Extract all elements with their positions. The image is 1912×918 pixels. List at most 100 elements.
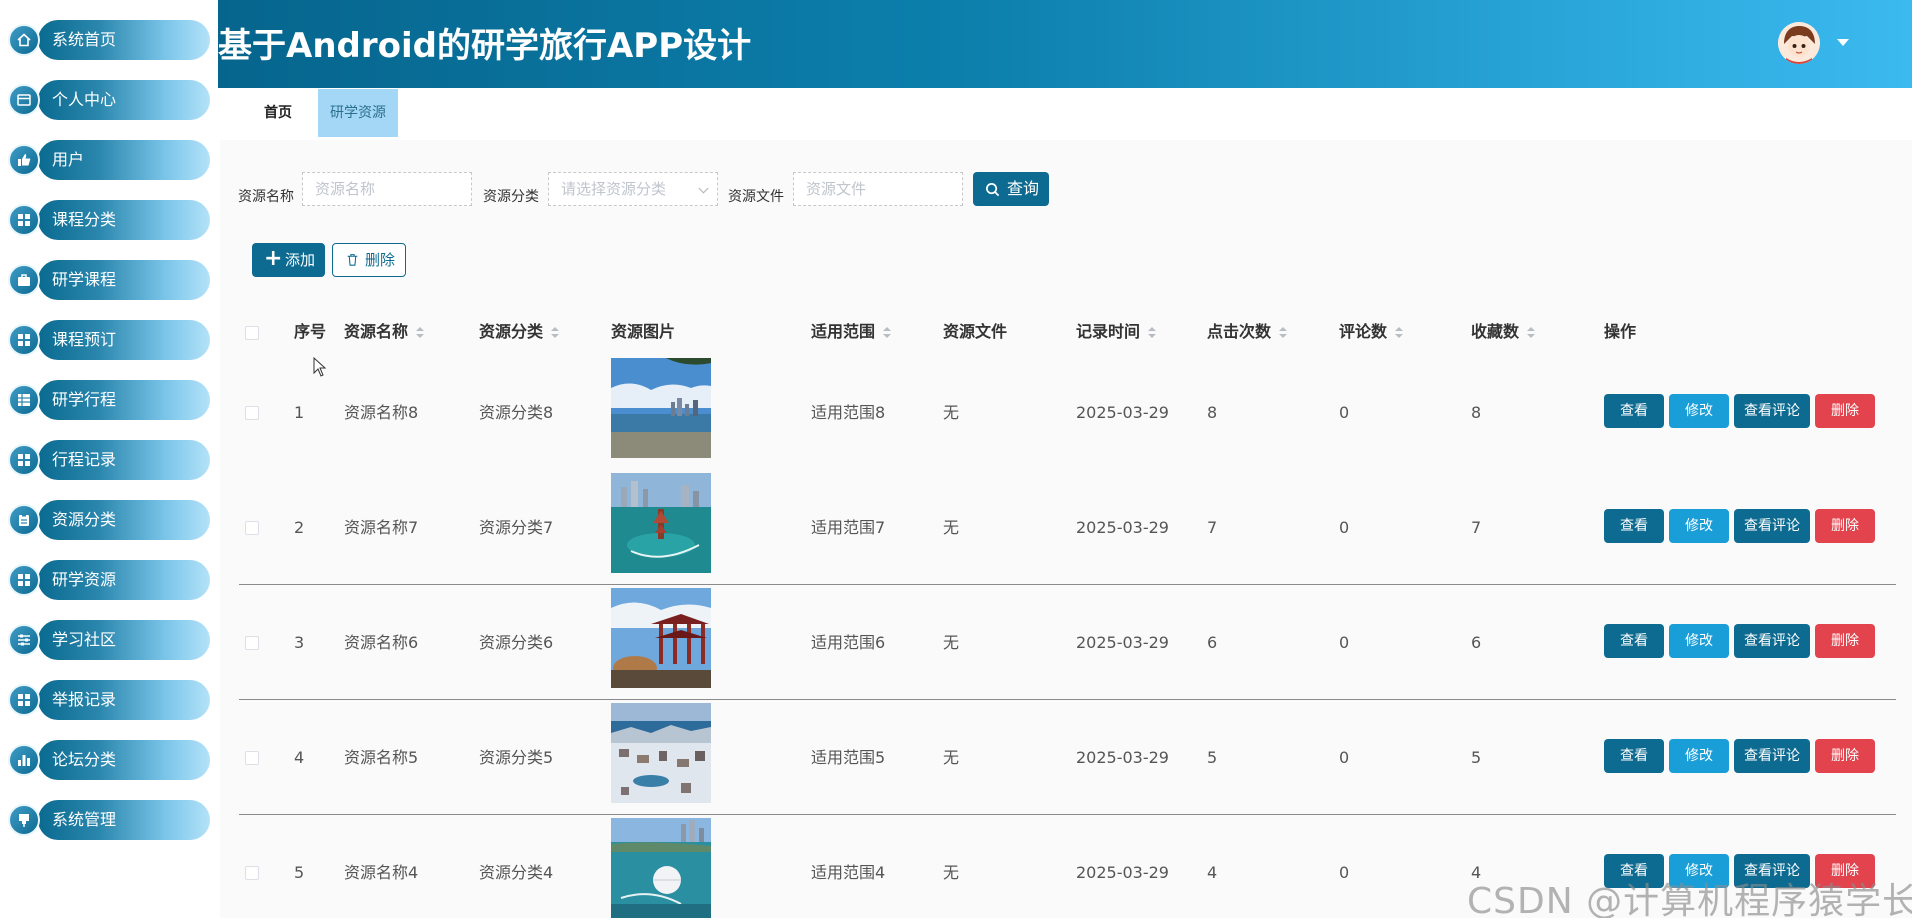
delete-button-label: 删除 bbox=[365, 251, 396, 269]
edit-button[interactable]: 修改 bbox=[1669, 624, 1729, 658]
delete-button[interactable]: 删除 bbox=[1815, 739, 1875, 773]
sidebar-item-label: 课程分类 bbox=[52, 210, 117, 229]
top-header: 基于Android的研学旅行APP设计 bbox=[218, 0, 1912, 88]
resource-image[interactable] bbox=[611, 473, 711, 573]
header-clicks[interactable]: 点击次数 bbox=[1207, 322, 1288, 342]
header-category[interactable]: 资源分类 bbox=[479, 322, 560, 342]
search-name-input[interactable]: 资源名称 bbox=[302, 172, 472, 206]
table-row: 1 资源名称8 资源分类8 适用范围8 无 2025-03-29 8 0 8 查… bbox=[239, 355, 1896, 470]
sidebar-item-trip-record[interactable]: 行程记录 bbox=[8, 440, 210, 480]
sidebar-item-label: 系统首页 bbox=[52, 30, 117, 49]
resource-image[interactable] bbox=[611, 588, 711, 688]
cell-favorites: 7 bbox=[1471, 518, 1482, 537]
search-file-label: 资源文件 bbox=[728, 189, 784, 205]
cell-comments: 0 bbox=[1339, 748, 1350, 767]
select-all-checkbox[interactable] bbox=[245, 326, 259, 340]
header-time[interactable]: 记录时间 bbox=[1076, 322, 1157, 342]
header-file: 资源文件 bbox=[943, 322, 1008, 341]
search-name-label: 资源名称 bbox=[238, 189, 294, 205]
edit-button[interactable]: 修改 bbox=[1669, 739, 1729, 773]
batch-delete-button[interactable]: 删除 bbox=[332, 243, 406, 277]
sort-icon[interactable] bbox=[1395, 326, 1404, 339]
table-icon bbox=[8, 384, 40, 416]
sidebar-item-study-course[interactable]: 研学课程 bbox=[8, 260, 210, 300]
view-button[interactable]: 查看 bbox=[1604, 739, 1664, 773]
chevron-down-icon[interactable] bbox=[1837, 39, 1849, 46]
table-row: 2 资源名称7 资源分类7 适用范围7 无 2025-03-29 7 0 7 查… bbox=[239, 470, 1896, 585]
cell-name: 资源名称5 bbox=[344, 748, 419, 767]
cell-category: 资源分类5 bbox=[479, 748, 554, 767]
view-comments-button[interactable]: 查看评论 bbox=[1734, 509, 1810, 543]
add-button[interactable]: + 添加 bbox=[252, 243, 325, 277]
sidebar-item-resource-category[interactable]: 资源分类 bbox=[8, 500, 210, 540]
sort-icon[interactable] bbox=[883, 326, 892, 339]
cell-index: 1 bbox=[294, 403, 305, 422]
sidebar-item-profile[interactable]: 个人中心 bbox=[8, 80, 210, 120]
sidebar-item-label: 行程记录 bbox=[52, 450, 117, 469]
home-icon bbox=[8, 24, 40, 56]
sidebar-item-label: 系统管理 bbox=[52, 810, 117, 829]
row-checkbox[interactable] bbox=[245, 521, 259, 535]
cell-file: 无 bbox=[943, 518, 960, 537]
row-checkbox[interactable] bbox=[245, 866, 259, 880]
sort-icon[interactable] bbox=[1148, 326, 1157, 339]
row-checkbox[interactable] bbox=[245, 406, 259, 420]
sidebar-item-home[interactable]: 系统首页 bbox=[8, 20, 210, 60]
sort-icon[interactable] bbox=[551, 326, 560, 339]
grid-icon bbox=[8, 564, 40, 596]
cell-name: 资源名称7 bbox=[344, 518, 419, 537]
cell-favorites: 4 bbox=[1471, 863, 1482, 882]
tab-home[interactable]: 首页 bbox=[248, 89, 308, 137]
chevron-down-icon bbox=[698, 183, 709, 194]
view-button[interactable]: 查看 bbox=[1604, 624, 1664, 658]
sidebar-item-study-trip[interactable]: 研学行程 bbox=[8, 380, 210, 420]
search-category-select[interactable]: 请选择资源分类 bbox=[548, 172, 718, 206]
cell-scope: 适用范围5 bbox=[811, 748, 886, 767]
cell-clicks: 8 bbox=[1207, 403, 1218, 422]
sidebar-item-course-booking[interactable]: 课程预订 bbox=[8, 320, 210, 360]
cell-file: 无 bbox=[943, 403, 960, 422]
header-favorites[interactable]: 收藏数 bbox=[1471, 322, 1536, 342]
sidebar-item-community[interactable]: 学习社区 bbox=[8, 620, 210, 660]
grid-icon bbox=[8, 204, 40, 236]
view-comments-button[interactable]: 查看评论 bbox=[1734, 739, 1810, 773]
header-name[interactable]: 资源名称 bbox=[344, 322, 425, 342]
resource-image[interactable] bbox=[611, 818, 711, 918]
resource-image[interactable] bbox=[611, 358, 711, 458]
view-comments-button[interactable]: 查看评论 bbox=[1734, 624, 1810, 658]
delete-button[interactable]: 删除 bbox=[1815, 509, 1875, 543]
sidebar-item-system-admin[interactable]: 系统管理 bbox=[8, 800, 210, 840]
add-button-label: 添加 bbox=[285, 251, 316, 269]
sort-icon[interactable] bbox=[1527, 326, 1536, 339]
cell-scope: 适用范围8 bbox=[811, 403, 886, 422]
view-button[interactable]: 查看 bbox=[1604, 394, 1664, 428]
search-file-input[interactable]: 资源文件 bbox=[793, 172, 963, 206]
delete-button[interactable]: 删除 bbox=[1815, 394, 1875, 428]
header-scope-label: 适用范围 bbox=[811, 322, 876, 341]
row-checkbox[interactable] bbox=[245, 751, 259, 765]
query-button[interactable]: 查询 bbox=[973, 172, 1049, 206]
sidebar-item-report-record[interactable]: 举报记录 bbox=[8, 680, 210, 720]
sidebar-item-forum-category[interactable]: 论坛分类 bbox=[8, 740, 210, 780]
cell-comments: 0 bbox=[1339, 633, 1350, 652]
sidebar-item-study-resource[interactable]: 研学资源 bbox=[8, 560, 210, 600]
resource-image[interactable] bbox=[611, 703, 711, 803]
delete-button[interactable]: 删除 bbox=[1815, 624, 1875, 658]
sort-icon[interactable] bbox=[416, 326, 425, 339]
edit-button[interactable]: 修改 bbox=[1669, 509, 1729, 543]
grid-icon bbox=[8, 444, 40, 476]
sidebar-item-course-category[interactable]: 课程分类 bbox=[8, 200, 210, 240]
view-comments-button[interactable]: 查看评论 bbox=[1734, 394, 1810, 428]
header-scope[interactable]: 适用范围 bbox=[811, 322, 892, 342]
cell-name: 资源名称8 bbox=[344, 403, 419, 422]
sidebar: 系统首页 个人中心 用户 课程分类 研学课程 课程预订 研学行程 行程记录 资源… bbox=[0, 0, 218, 918]
edit-button[interactable]: 修改 bbox=[1669, 394, 1729, 428]
avatar[interactable] bbox=[1778, 22, 1820, 64]
view-button[interactable]: 查看 bbox=[1604, 509, 1664, 543]
sort-icon[interactable] bbox=[1279, 326, 1288, 339]
row-checkbox[interactable] bbox=[245, 636, 259, 650]
sidebar-item-label: 研学行程 bbox=[52, 390, 117, 409]
header-comments[interactable]: 评论数 bbox=[1339, 322, 1404, 342]
tab-study-resource[interactable]: 研学资源 bbox=[318, 89, 398, 137]
sidebar-item-user[interactable]: 用户 bbox=[8, 140, 210, 180]
